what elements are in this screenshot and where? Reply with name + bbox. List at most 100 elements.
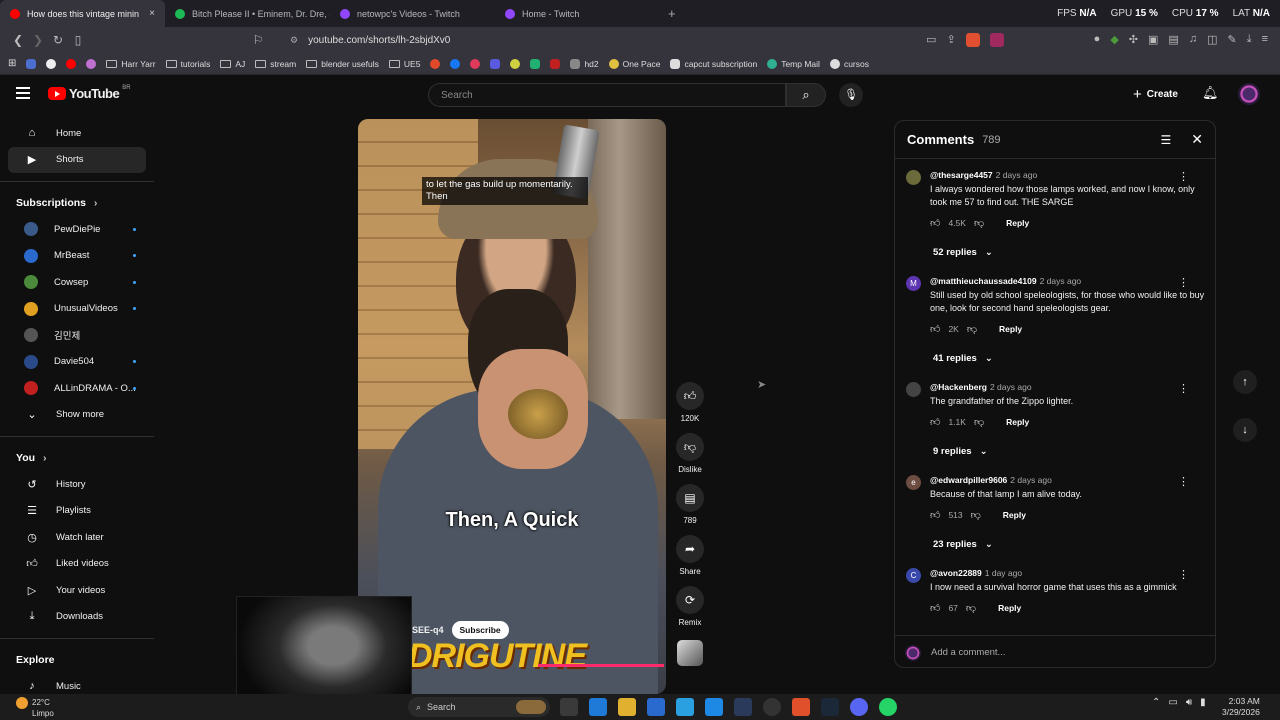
youtube-logo[interactable]: YouTube BR — [48, 85, 131, 101]
task-view-icon[interactable] — [560, 698, 578, 716]
view-replies-button[interactable]: 52 replies ⌄ — [895, 229, 1215, 272]
sidebar-subscription-unusualvideos[interactable]: UnusualVideos — [8, 296, 146, 323]
battery-icon[interactable]: ▮ — [1200, 697, 1206, 708]
comments-button[interactable]: ▤ 789 — [674, 484, 706, 525]
account-avatar[interactable] — [1238, 83, 1260, 105]
thumbs-up-icon[interactable]: 👍︎ — [930, 509, 940, 521]
bookmark-icon-only[interactable] — [510, 58, 521, 69]
thumbs-down-icon[interactable]: 👎︎ — [966, 602, 976, 614]
sidebar-item-playlists[interactable]: ☰ Playlists — [8, 498, 146, 525]
menu-icon[interactable]: ≡ — [1262, 33, 1268, 47]
thumbs-up-icon[interactable]: 👍︎ — [930, 416, 940, 428]
calculator-icon[interactable] — [647, 698, 665, 716]
sidebar-toggle-icon[interactable]: ▯ — [68, 33, 88, 47]
thumbs-up-icon[interactable]: 👍︎ — [930, 217, 940, 229]
sidebar-item-home[interactable]: ⌂ Home — [8, 120, 146, 147]
bookmark-icon-only[interactable] — [530, 58, 541, 69]
back-icon[interactable]: ❮ — [8, 33, 28, 47]
reading-list-icon[interactable]: ▤ — [1168, 33, 1178, 47]
reply-button[interactable]: Reply — [1006, 218, 1029, 228]
apps-grid-icon[interactable]: ⊞ — [8, 58, 16, 69]
network-icon[interactable]: ▭ — [1168, 697, 1177, 708]
bookmark-one-pace[interactable]: One Pace — [608, 58, 660, 69]
more-options-icon[interactable]: ⋮ — [1178, 382, 1189, 395]
thumbs-up-icon[interactable]: 👍︎ — [930, 602, 940, 614]
rewards-icon[interactable] — [989, 33, 1004, 47]
reply-button[interactable]: Reply — [1003, 510, 1026, 520]
subscriptions-heading[interactable]: Subscriptions › — [0, 190, 154, 216]
weather-widget[interactable]: 22°C Limpo — [16, 694, 54, 719]
more-options-icon[interactable]: ⋮ — [1178, 568, 1189, 581]
whatsapp-icon[interactable] — [879, 698, 897, 716]
reply-button[interactable]: Reply — [1006, 417, 1029, 427]
bookmark-hd2[interactable]: hd2 — [570, 58, 599, 69]
thumbs-down-icon[interactable]: 👎︎ — [974, 217, 984, 229]
sidebar-item-music[interactable]: ♪ Music — [8, 673, 146, 694]
reply-button[interactable]: Reply — [998, 603, 1021, 613]
media-icon[interactable]: ♫ — [1189, 33, 1197, 47]
chevron-up-icon[interactable]: ⌃ — [1152, 697, 1160, 708]
bookmark-blender-usefuls[interactable]: blender usefuls — [306, 59, 379, 69]
new-tab-button[interactable]: + — [668, 6, 676, 21]
sidebar-show-more[interactable]: ⌄ Show more — [8, 402, 146, 429]
url-field[interactable]: ⚙ youtube.com/shorts/lh-2sbjdXv0 — [290, 35, 926, 46]
steam-client-icon[interactable] — [821, 698, 839, 716]
remix-button[interactable]: ⟳ Remix — [674, 586, 706, 627]
view-replies-button[interactable]: 9 replies ⌄ — [895, 428, 1215, 471]
steam-icon[interactable] — [763, 698, 781, 716]
reply-button[interactable]: Reply — [999, 324, 1022, 334]
shield-ext-icon[interactable]: ◆ — [1110, 33, 1118, 47]
search-input[interactable]: Search — [428, 83, 786, 107]
clock[interactable]: 2:03 AM 3/29/2026 — [1222, 696, 1260, 718]
sidebar-subscription-allindrama[interactable]: ALLinDRAMA - O... — [8, 375, 146, 402]
volume-icon[interactable]: 🔊︎ — [1186, 697, 1192, 708]
sidebar-subscription-pewdiepie[interactable]: PewDiePie — [8, 216, 146, 243]
extension-icon[interactable]: ● — [1094, 33, 1101, 47]
browser-tab-twitch-videos[interactable]: netowpc's Videos - Twitch — [330, 0, 495, 27]
bookmark-stream[interactable]: stream — [255, 59, 296, 69]
brave-browser-icon[interactable] — [792, 698, 810, 716]
sound-thumbnail[interactable] — [677, 640, 703, 666]
cast-icon[interactable]: ▭ — [926, 33, 936, 47]
sidebar-item-history[interactable]: ↺ History — [8, 471, 146, 498]
hamburger-menu-icon[interactable] — [16, 87, 30, 99]
blender-icon[interactable] — [734, 698, 752, 716]
thumbs-down-icon[interactable]: 👎︎ — [971, 509, 981, 521]
like-button[interactable]: 👍︎ 120K — [674, 382, 706, 423]
share-icon[interactable]: ⇪ — [946, 33, 955, 47]
bookmark-icon-only[interactable] — [66, 58, 77, 69]
bookmark-temp-mail[interactable]: Temp Mail — [767, 58, 820, 69]
bookmark-aj[interactable]: AJ — [220, 59, 245, 69]
file-explorer-icon[interactable] — [618, 698, 636, 716]
bookmark-harr-yarr[interactable]: Harr Yarr — [106, 59, 156, 69]
bookmark-icon-only[interactable] — [86, 58, 97, 69]
sidebar-subscription-davie504[interactable]: Davie504 — [8, 349, 146, 376]
previous-short-button[interactable]: ↑ — [1233, 370, 1257, 394]
thumbs-up-icon[interactable]: 👍︎ — [930, 323, 940, 335]
forward-icon[interactable]: ❯ — [28, 33, 48, 47]
commenter-avatar[interactable] — [906, 382, 921, 397]
comment-author[interactable]: @matthieuchaussade4109 — [930, 276, 1037, 286]
comment-author[interactable]: @Hackenberg — [930, 382, 987, 392]
browser-tab-twitch-home[interactable]: Home - Twitch — [495, 0, 660, 27]
view-replies-button[interactable]: 41 replies ⌄ — [895, 335, 1215, 378]
bookmark-cursos[interactable]: cursos — [829, 58, 869, 69]
more-options-icon[interactable]: ⋮ — [1178, 276, 1189, 289]
taskbar-search[interactable]: ⌕ Search — [408, 697, 550, 717]
bookmark-icon-only[interactable] — [430, 58, 441, 69]
close-icon[interactable]: ✕ — [1191, 131, 1203, 148]
widgets-icon[interactable] — [589, 698, 607, 716]
notifications-bell-icon[interactable]: 🔔︎ — [1202, 85, 1219, 101]
store-icon[interactable] — [676, 698, 694, 716]
thumbs-down-icon[interactable]: 👎︎ — [967, 323, 977, 335]
sidebar-icon[interactable]: ◫ — [1207, 33, 1217, 47]
commenter-avatar[interactable] — [906, 170, 921, 185]
view-replies-button[interactable]: 23 replies ⌄ — [895, 521, 1215, 564]
downloads-icon[interactable]: ⤓ — [1247, 33, 1252, 47]
sidebar-item-your-videos[interactable]: ▷ Your videos — [8, 577, 146, 604]
video-progress-bar[interactable] — [538, 664, 665, 667]
commenter-avatar[interactable]: e — [906, 475, 921, 490]
bookmark-icon-only[interactable] — [470, 58, 481, 69]
photos-icon[interactable] — [705, 698, 723, 716]
bookmark-icon-only[interactable] — [450, 58, 461, 69]
